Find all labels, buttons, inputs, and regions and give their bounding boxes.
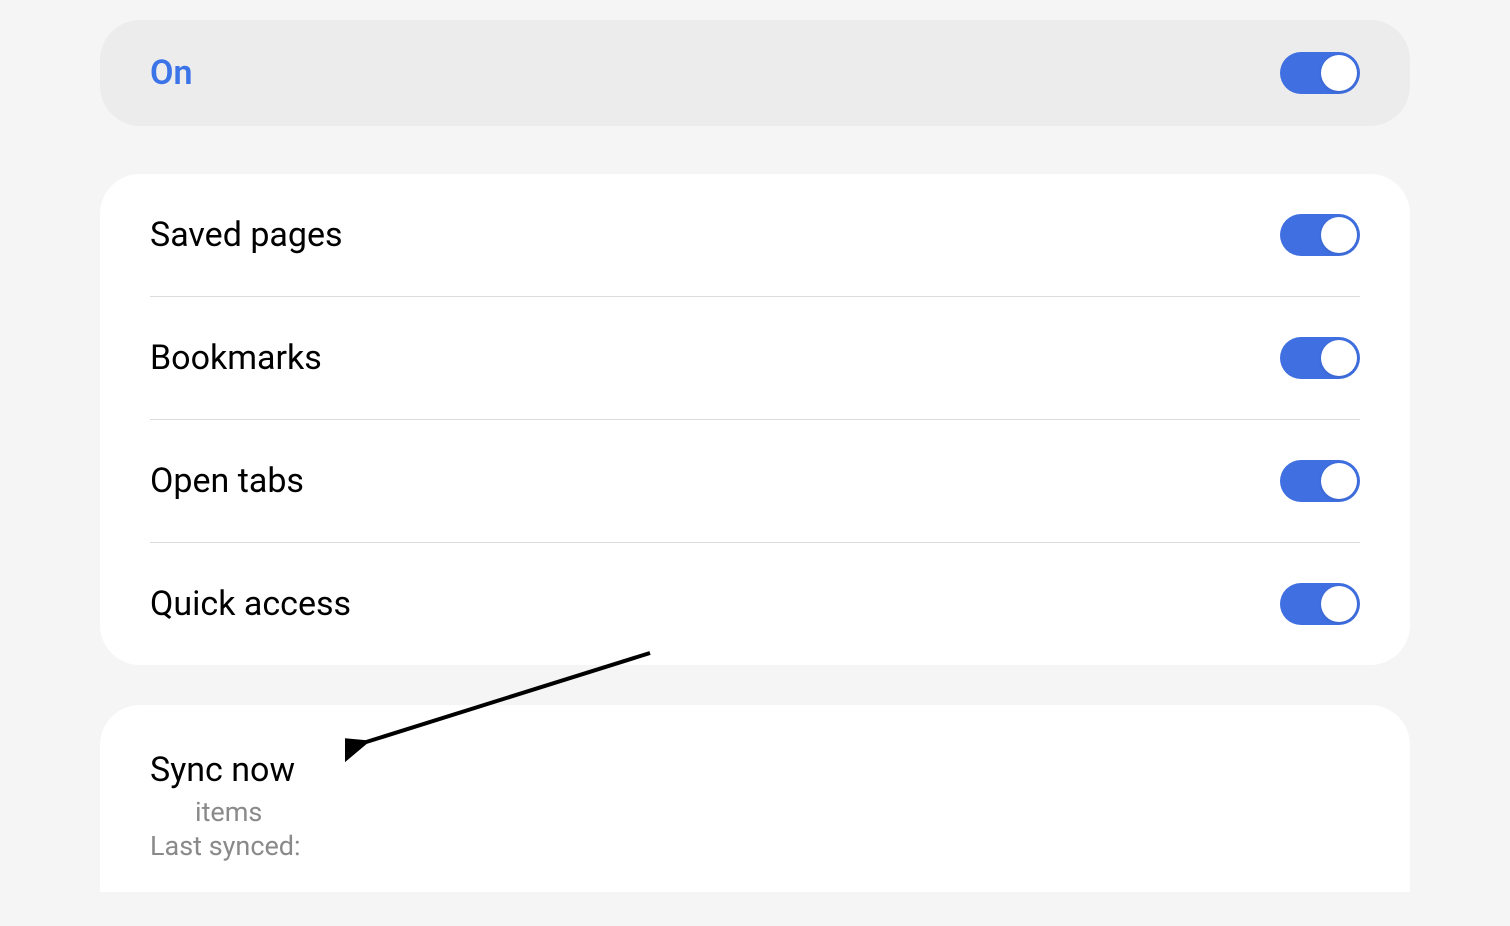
sync-now-card[interactable]: Sync now items Last synced:: [100, 705, 1410, 892]
sync-items-count: items: [150, 796, 1360, 828]
master-toggle-card: On: [100, 20, 1410, 126]
saved-pages-label: Saved pages: [150, 215, 343, 255]
bookmarks-toggle[interactable]: [1280, 337, 1360, 379]
open-tabs-toggle[interactable]: [1280, 460, 1360, 502]
sync-now-title: Sync now: [150, 750, 1360, 790]
row-open-tabs[interactable]: Open tabs: [150, 420, 1360, 542]
row-quick-access[interactable]: Quick access: [150, 543, 1360, 665]
open-tabs-label: Open tabs: [150, 461, 304, 501]
quick-access-label: Quick access: [150, 584, 351, 624]
master-toggle-label: On: [150, 53, 192, 93]
bookmarks-label: Bookmarks: [150, 338, 322, 378]
quick-access-toggle[interactable]: [1280, 583, 1360, 625]
row-saved-pages[interactable]: Saved pages: [150, 174, 1360, 296]
row-bookmarks[interactable]: Bookmarks: [150, 297, 1360, 419]
sync-last-synced: Last synced:: [150, 830, 1360, 862]
master-toggle-switch[interactable]: [1280, 52, 1360, 94]
sync-items-card: Saved pages Bookmarks Open tabs Quick ac…: [100, 174, 1410, 665]
saved-pages-toggle[interactable]: [1280, 214, 1360, 256]
